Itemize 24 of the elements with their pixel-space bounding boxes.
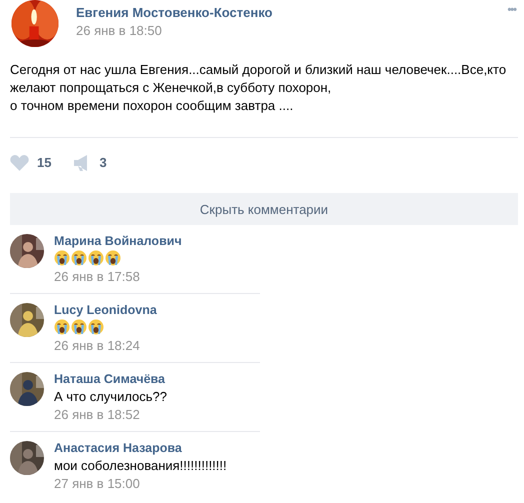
commenter-link[interactable]: Lucy Leonidovna xyxy=(54,303,157,317)
hide-comments-button[interactable]: Скрыть комментарии xyxy=(10,193,518,225)
author-link[interactable]: Евгения Мостовенко-Костенко xyxy=(76,5,272,20)
share-count[interactable]: 3 xyxy=(99,155,107,170)
post-text: о точном времени похорон сообщим завтра .... xyxy=(10,97,294,115)
crying-face-icon xyxy=(88,319,104,335)
commenter-link[interactable]: Марина Войналович xyxy=(54,234,182,248)
heart-icon[interactable] xyxy=(10,154,29,171)
like-count[interactable]: 15 xyxy=(37,155,52,170)
post-date: 26 янв в 18:50 xyxy=(76,23,163,38)
comment-date: 27 янв в 15:00 xyxy=(54,476,141,491)
comment-date: 26 янв в 17:58 xyxy=(54,269,141,284)
crying-face-icon xyxy=(54,250,70,266)
commenter-link[interactable]: Наташа Симачёва xyxy=(54,372,168,386)
comment-text: А что случилось?? xyxy=(54,388,168,405)
crying-face-icon xyxy=(105,250,121,266)
comment-date: 26 янв в 18:52 xyxy=(54,407,141,422)
crying-face-icon xyxy=(71,250,87,266)
commenter-link[interactable]: Анастасия Назарова xyxy=(54,441,227,455)
crying-face-icon xyxy=(54,319,70,335)
crying-face-icon xyxy=(71,319,87,335)
crying-face-icon xyxy=(88,250,104,266)
comment-text: мои соболезнования!!!!!!!!!!!!! xyxy=(54,457,227,474)
comment-date: 26 янв в 18:24 xyxy=(54,338,141,353)
